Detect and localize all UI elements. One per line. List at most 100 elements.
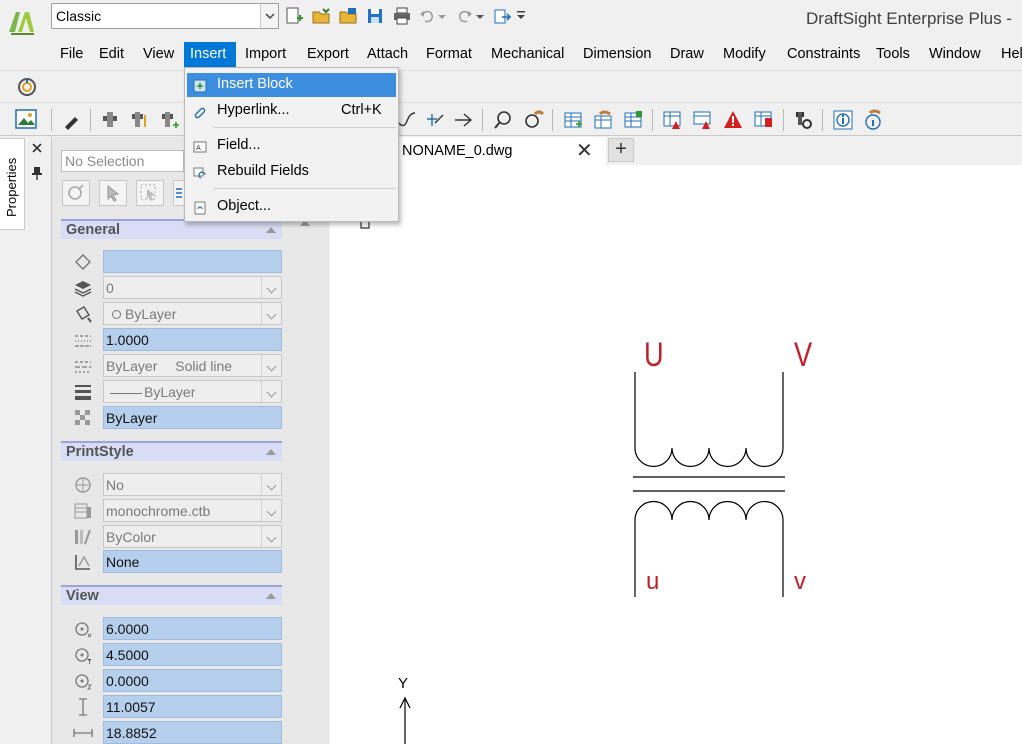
menu-help[interactable]: Hel: [995, 42, 1022, 68]
select-objects-icon[interactable]: [99, 180, 127, 206]
export-icon[interactable]: [492, 6, 512, 26]
smart-dimension-icon[interactable]: [16, 76, 38, 98]
print-none-field[interactable]: None: [103, 550, 282, 573]
undo-dropdown-icon[interactable]: [436, 6, 448, 26]
menu-attach[interactable]: Attach: [361, 42, 414, 68]
height-field[interactable]: 11.0057: [103, 695, 282, 718]
table-edit-icon[interactable]: [592, 109, 614, 131]
properties-side-tab[interactable]: Properties: [0, 138, 25, 230]
view-section-header[interactable]: View: [61, 585, 282, 605]
linetype-scale-field[interactable]: 1.0000: [103, 328, 282, 351]
print-table-select[interactable]: monochrome.ctb: [103, 499, 282, 522]
toggle-pickadd-icon[interactable]: [62, 180, 90, 206]
field-menu-item[interactable]: A Field...: [187, 134, 396, 158]
printstyle-section-header[interactable]: PrintStyle: [61, 441, 282, 461]
transformer-primary-coil[interactable]: [634, 372, 784, 468]
center-x-field[interactable]: 6.0000: [103, 617, 282, 640]
customize-toolbar-icon[interactable]: [514, 6, 528, 26]
pan-zoom-icon[interactable]: [522, 109, 545, 131]
chevron-down-icon[interactable]: [260, 4, 278, 28]
menu-window[interactable]: Window: [923, 42, 987, 68]
menu-view[interactable]: View: [137, 42, 180, 68]
table-icon[interactable]: [562, 109, 584, 131]
chevron-down-icon[interactable]: [261, 277, 281, 298]
close-icon[interactable]: ✕: [576, 141, 593, 161]
width-field[interactable]: 18.8852: [103, 721, 282, 744]
arrow-marker-icon[interactable]: [452, 109, 474, 131]
workspace-select[interactable]: Classic: [51, 3, 279, 29]
general-section-header[interactable]: General: [61, 219, 282, 239]
color-field[interactable]: [103, 250, 282, 273]
menu-modify[interactable]: Modify: [717, 42, 772, 68]
print-color-select[interactable]: ByColor: [103, 525, 282, 548]
layer-freeze-icon[interactable]: [129, 109, 151, 131]
hyperlink-menu-item[interactable]: Hyperlink... Ctrl+K: [187, 99, 396, 123]
rebuild-fields-menu-item[interactable]: Rebuild Fields: [187, 160, 396, 184]
menu-edit[interactable]: Edit: [93, 42, 130, 68]
table-warning-icon[interactable]: [662, 109, 684, 131]
pin-icon[interactable]: [29, 165, 45, 181]
collapse-icon[interactable]: [266, 449, 276, 455]
table-error-icon[interactable]: [752, 109, 774, 131]
menu-file[interactable]: File: [54, 42, 89, 68]
close-icon[interactable]: [29, 141, 45, 155]
tangent-icon[interactable]: [424, 109, 446, 131]
drawing-canvas[interactable]: U V u v Y: [330, 165, 1022, 744]
add-tab-icon[interactable]: +: [608, 138, 634, 162]
chevron-down-icon[interactable]: [261, 303, 281, 324]
center-z-field[interactable]: 0.0000: [103, 669, 282, 692]
chevron-down-icon[interactable]: [261, 526, 281, 547]
chevron-down-icon[interactable]: [261, 355, 281, 376]
layer-select[interactable]: 0: [103, 276, 282, 299]
open-file-icon[interactable]: [311, 6, 331, 26]
insert-block-menu-item[interactable]: Insert Block: [187, 73, 396, 97]
menu-tools[interactable]: Tools: [870, 42, 916, 68]
linetype-select[interactable]: ByLayer Solid line: [103, 354, 282, 377]
new-file-icon[interactable]: [284, 6, 304, 26]
redo-dropdown-icon[interactable]: [474, 6, 486, 26]
menu-mechanical[interactable]: Mechanical: [485, 42, 570, 68]
info-icon[interactable]: [832, 109, 854, 131]
menu-draw[interactable]: Draw: [664, 42, 710, 68]
menu-constraints[interactable]: Constraints: [781, 42, 866, 68]
table-style-icon[interactable]: [622, 109, 644, 131]
curve-icon[interactable]: [396, 109, 418, 131]
chevron-down-icon[interactable]: [261, 474, 281, 495]
chevron-down-icon[interactable]: [261, 500, 281, 521]
warning-icon[interactable]: [722, 109, 744, 131]
quick-select-icon[interactable]: [136, 180, 164, 206]
collapse-icon[interactable]: [266, 593, 276, 599]
context-help-icon[interactable]: [862, 109, 884, 131]
layer-add-icon[interactable]: [159, 109, 181, 131]
layer-tool-icon[interactable]: [99, 109, 121, 131]
pencil-icon[interactable]: [61, 109, 83, 131]
zoom-icon[interactable]: [492, 109, 514, 131]
redo-icon[interactable]: [454, 6, 474, 26]
save-icon[interactable]: [365, 6, 385, 26]
center-y-field[interactable]: 4.5000: [103, 643, 282, 666]
selection-filter-select[interactable]: No Selection: [61, 150, 184, 172]
menu-import[interactable]: Import: [239, 42, 292, 68]
menu-dimension[interactable]: Dimension: [577, 42, 658, 68]
draftsight-logo-icon[interactable]: [6, 6, 38, 38]
image-manager-icon[interactable]: [15, 108, 37, 130]
menu-export[interactable]: Export: [301, 42, 355, 68]
table-link-warning-icon[interactable]: [692, 109, 714, 131]
print-style-select[interactable]: No: [103, 473, 282, 496]
open-folder-icon[interactable]: [338, 6, 358, 26]
collapse-icon[interactable]: [266, 227, 276, 233]
object-menu-item[interactable]: Object...: [187, 195, 396, 219]
transparency-field[interactable]: ByLayer: [103, 406, 282, 429]
undo-icon[interactable]: [418, 6, 438, 26]
linetype-icon: [72, 356, 94, 376]
print-icon[interactable]: [392, 6, 412, 26]
chevron-down-icon[interactable]: [261, 381, 281, 402]
menu-insert[interactable]: Insert: [184, 42, 236, 68]
plot-color-select[interactable]: ByLayer: [103, 302, 282, 325]
print-color-value: ByColor: [106, 529, 156, 545]
linetype-value: ByLayer: [106, 358, 158, 374]
menu-format[interactable]: Format: [420, 42, 478, 68]
settings-gear-icon[interactable]: [792, 109, 814, 131]
lineweight-select[interactable]: ByLayer: [103, 380, 282, 403]
transformer-core[interactable]: [633, 476, 785, 492]
